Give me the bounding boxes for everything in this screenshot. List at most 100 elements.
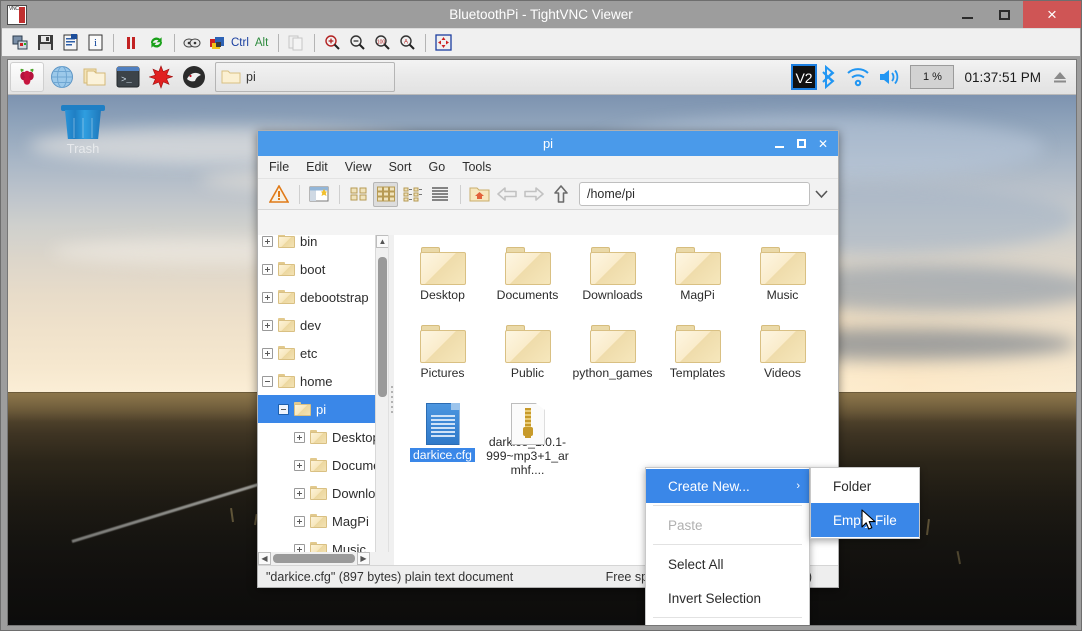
menu-item-sort-files[interactable]: Sort Files› bbox=[646, 620, 809, 625]
directory-tree[interactable]: bin boot debootstrap dev etc home pi Desktop Doc… bbox=[258, 235, 389, 565]
file-item[interactable]: MagPi bbox=[655, 243, 740, 321]
file-item[interactable]: Desktop bbox=[400, 243, 485, 321]
wolfram-icon[interactable] bbox=[179, 62, 209, 92]
tree-item-debootstrap[interactable]: debootstrap bbox=[258, 283, 376, 311]
file-item[interactable]: Public bbox=[485, 321, 570, 399]
collapse-icon[interactable] bbox=[262, 375, 273, 387]
menu-edit[interactable]: Edit bbox=[306, 160, 328, 174]
submenu-item-folder[interactable]: Folder bbox=[811, 469, 919, 503]
scroll-right-icon[interactable]: ▶ bbox=[357, 552, 370, 565]
volume-icon[interactable] bbox=[878, 66, 902, 88]
tree-horizontal-scrollbar[interactable]: ◀ ▶ bbox=[258, 552, 389, 565]
up-icon[interactable] bbox=[548, 182, 573, 207]
file-item[interactable]: Documents bbox=[485, 243, 570, 321]
expand-icon[interactable] bbox=[262, 235, 273, 247]
file-manager-icon[interactable] bbox=[80, 62, 110, 92]
tree-item-pi[interactable]: pi bbox=[258, 395, 376, 423]
zoom-auto-icon[interactable]: A bbox=[396, 32, 418, 54]
expand-icon[interactable] bbox=[294, 459, 305, 471]
ctrl-alt-del-icon[interactable] bbox=[206, 32, 228, 54]
file-item[interactable]: Music bbox=[740, 243, 825, 321]
file-item[interactable]: darkice_1.0.1-999~mp3+1_armhf.... bbox=[485, 399, 570, 477]
file-item[interactable]: Templates bbox=[655, 321, 740, 399]
file-item[interactable]: Videos bbox=[740, 321, 825, 399]
thumbnail-view-icon[interactable] bbox=[373, 181, 398, 207]
menu-file[interactable]: File bbox=[269, 160, 289, 174]
file-item[interactable]: python_games bbox=[570, 321, 655, 399]
context-menu[interactable]: Create New... › Paste Select All Invert Sele… bbox=[645, 467, 810, 625]
desktop-trash-icon[interactable]: Trash bbox=[46, 105, 120, 167]
expand-icon[interactable] bbox=[294, 431, 305, 443]
detailed-list-view-icon[interactable] bbox=[427, 182, 452, 207]
tree-vertical-scrollbar[interactable]: ▲ ▼ bbox=[375, 235, 388, 565]
taskbar-window-button-pi[interactable]: pi bbox=[215, 62, 395, 92]
tree-item-boot[interactable]: boot bbox=[258, 255, 376, 283]
tree-item-bin[interactable]: bin bbox=[258, 235, 376, 255]
home-icon[interactable] bbox=[467, 182, 492, 207]
zoom-100-icon[interactable]: 100 bbox=[371, 32, 393, 54]
menu-tools[interactable]: Tools bbox=[462, 160, 491, 174]
tree-item-home[interactable]: home bbox=[258, 367, 376, 395]
save-connection-icon[interactable] bbox=[34, 32, 56, 54]
refresh-icon[interactable] bbox=[145, 32, 167, 54]
send-keys-icon[interactable] bbox=[181, 32, 203, 54]
expand-icon[interactable] bbox=[294, 515, 305, 527]
tree-item-documents[interactable]: Documents bbox=[258, 451, 388, 479]
zoom-in-icon[interactable] bbox=[321, 32, 343, 54]
compact-view-icon[interactable] bbox=[400, 182, 425, 207]
vnc-close-button[interactable]: × bbox=[1023, 1, 1081, 28]
submenu-item-empty-file[interactable]: Empty File bbox=[811, 503, 919, 537]
menu-item-create-new[interactable]: Create New... › bbox=[646, 469, 809, 503]
new-tab-icon[interactable] bbox=[306, 182, 331, 207]
tree-hscrollbar-thumb[interactable] bbox=[273, 554, 355, 563]
cpu-usage-indicator[interactable]: 1 % bbox=[910, 65, 955, 89]
taskbar-clock[interactable]: 01:37:51 PM bbox=[964, 70, 1041, 85]
menu-view[interactable]: View bbox=[345, 160, 372, 174]
scroll-left-icon[interactable]: ◀ bbox=[258, 552, 271, 565]
bluetooth-icon[interactable] bbox=[820, 65, 838, 89]
raspberry-menu-icon[interactable] bbox=[10, 62, 44, 92]
expand-icon[interactable] bbox=[262, 291, 273, 303]
expand-icon[interactable] bbox=[262, 263, 273, 275]
menu-item-invert-selection[interactable]: Invert Selection bbox=[646, 581, 809, 615]
tree-item-etc[interactable]: etc bbox=[258, 339, 376, 367]
expand-icon[interactable] bbox=[262, 319, 273, 331]
eject-icon[interactable] bbox=[1050, 67, 1070, 87]
vnc-maximize-button[interactable] bbox=[986, 1, 1023, 28]
expand-icon[interactable] bbox=[294, 487, 305, 499]
pause-icon[interactable] bbox=[120, 32, 142, 54]
connection-options-icon[interactable] bbox=[59, 32, 81, 54]
alt-key-button[interactable]: Alt bbox=[255, 37, 268, 49]
fm-maximize-button[interactable] bbox=[790, 131, 812, 156]
tree-item-magpi[interactable]: MagPi bbox=[258, 507, 376, 535]
web-browser-icon[interactable] bbox=[47, 62, 77, 92]
zoom-out-icon[interactable] bbox=[346, 32, 368, 54]
tree-scrollbar-thumb[interactable] bbox=[378, 257, 387, 397]
chevron-down-icon[interactable] bbox=[810, 182, 832, 206]
fullscreen-icon[interactable] bbox=[432, 32, 454, 54]
tree-item-dev[interactable]: dev bbox=[258, 311, 376, 339]
context-submenu-create-new[interactable]: Folder Empty File bbox=[810, 467, 920, 539]
path-input[interactable]: /home/pi bbox=[579, 182, 810, 206]
vnc-minimize-button[interactable] bbox=[949, 1, 986, 28]
new-connection-icon[interactable] bbox=[9, 32, 31, 54]
vnc-server-icon[interactable]: V2 bbox=[791, 64, 818, 90]
mathematica-icon[interactable] bbox=[146, 62, 176, 92]
ctrl-key-button[interactable]: Ctrl bbox=[231, 37, 249, 49]
file-item[interactable]: Downloads bbox=[570, 243, 655, 321]
file-item[interactable]: darkice.cfg bbox=[400, 399, 485, 477]
connection-info-icon[interactable]: i bbox=[84, 32, 106, 54]
menu-item-select-all[interactable]: Select All bbox=[646, 547, 809, 581]
tree-item-downloads[interactable]: Downloads bbox=[258, 479, 388, 507]
warning-icon[interactable] bbox=[266, 182, 291, 207]
fm-minimize-button[interactable] bbox=[768, 131, 790, 156]
wifi-icon[interactable] bbox=[846, 66, 870, 88]
scroll-up-icon[interactable]: ▲ bbox=[376, 235, 388, 248]
terminal-icon[interactable]: >_ bbox=[113, 62, 143, 92]
expand-icon[interactable] bbox=[262, 347, 273, 359]
menu-go[interactable]: Go bbox=[429, 160, 446, 174]
file-item[interactable]: Pictures bbox=[400, 321, 485, 399]
collapse-icon[interactable] bbox=[278, 403, 289, 415]
fm-close-button[interactable]: ✕ bbox=[812, 131, 834, 156]
tree-item-desktop[interactable]: Desktop bbox=[258, 423, 380, 451]
